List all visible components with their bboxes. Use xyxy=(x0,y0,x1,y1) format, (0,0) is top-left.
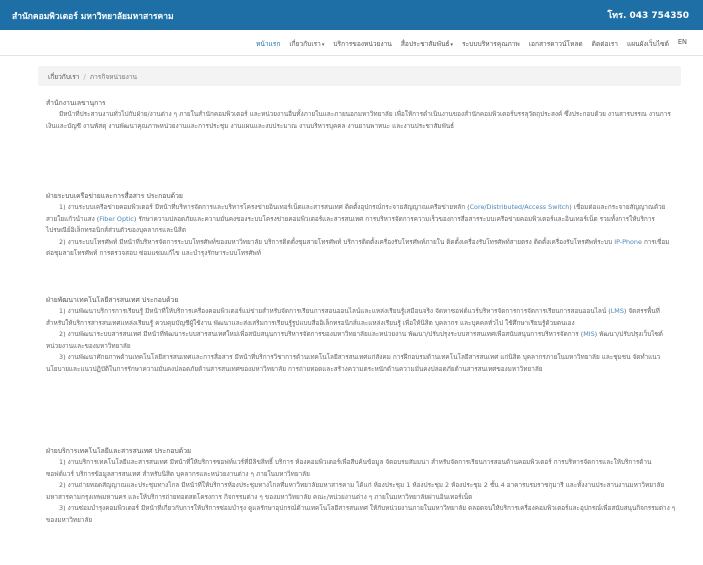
section-it-development: ฝ่ายพัฒนาเทคโนโลยีสารสนเทศ ประกอบด้วย 1)… xyxy=(46,295,676,376)
nav-item-label: เกี่ยวกับเรา xyxy=(289,40,321,48)
breadcrumb-current: ภารกิจหน่วยงาน xyxy=(89,73,138,81)
nav-item-4[interactable]: ระบบบริหารคุณภาพ xyxy=(462,38,520,49)
nav-item-8[interactable]: EN xyxy=(678,38,687,49)
nav-item-5[interactable]: เอกสารดาวน์โหลด xyxy=(529,38,583,49)
section-title: ฝ่ายพัฒนาเทคโนโลยีสารสนเทศ ประกอบด้วย xyxy=(46,296,179,304)
section-paragraph: มีหน้าที่ประสานงานทั่วไปกับฝ่าย/งานต่าง … xyxy=(46,110,671,130)
section-title: สำนักงานเลขานุการ xyxy=(46,99,106,107)
section-paragraph: 2) งานระบบโทรศัพท์ มีหน้าที่บริหารจัดการ… xyxy=(46,237,670,258)
caret-down-icon: ▾ xyxy=(450,42,454,48)
main-navigation: หน้าแรก เกี่ยวกับเรา▾ บริการของหน่วยงาน สื่… xyxy=(0,30,703,56)
nav-item-label: EN xyxy=(677,38,687,46)
section-title: ฝ่ายบริการเทคโนโลยีและสารสนเทศ ประกอบด้ว… xyxy=(46,447,192,455)
breadcrumb-separator: / xyxy=(83,73,86,81)
section-secretary: สำนักงานเลขานุการ มีหน้าที่ประสานงานทั่ว… xyxy=(46,98,676,132)
section-it-services: ฝ่ายบริการเทคโนโลยีและสารสนเทศ ประกอบด้ว… xyxy=(46,446,676,527)
section-paragraph: 3) งานซ่อมบำรุงคอมพิวเตอร์ มีหน้าที่เกี่… xyxy=(46,504,676,524)
nav-item-1[interactable]: เกี่ยวกับเรา▾ xyxy=(289,38,324,49)
section-paragraph: 2) งานถ่ายทอดสัญญาณและประชุมทางไกล มีหน้… xyxy=(46,481,665,501)
nav-item-label: ระบบบริหารคุณภาพ xyxy=(462,40,520,48)
site-title[interactable]: สำนักคอมพิวเตอร์ มหาวิทยาลัยมหาสารคาม xyxy=(12,9,174,23)
nav-item-3[interactable]: สื่อประชาสัมพันธ์▾ xyxy=(401,38,453,49)
section-paragraph: 1) งานบริการเทคโนโลยีและสารสนเทศ มีหน้าท… xyxy=(46,458,652,478)
section-network: ฝ่ายระบบเครือข่ายและการสื่อสาร ประกอบด้ว… xyxy=(46,191,676,260)
caret-down-icon: ▾ xyxy=(321,42,325,48)
nav-item-2[interactable]: บริการของหน่วยงาน xyxy=(333,38,392,49)
nav-item-0[interactable]: หน้าแรก xyxy=(256,38,280,49)
section-paragraph: 1) งานพัฒนาบริการการเรียนรู้ มีหน้าที่ให… xyxy=(46,307,660,327)
breadcrumb-about[interactable]: เกี่ยวกับเรา xyxy=(48,73,80,81)
section-paragraph: 1) งานระบบเครือข่ายคอมพิวเตอร์ มีหน้าที่… xyxy=(46,203,666,235)
nav-item-label: บริการของหน่วยงาน xyxy=(333,40,392,48)
section-title: ฝ่ายระบบเครือข่ายและการสื่อสาร ประกอบด้ว… xyxy=(46,192,183,200)
phone-number: โทร. 043 754350 xyxy=(607,11,689,21)
breadcrumb: เกี่ยวกับเรา / ภารกิจหน่วยงาน xyxy=(38,66,681,86)
top-header-bar: สำนักคอมพิวเตอร์ มหาวิทยาลัยมหาสารคาม โท… xyxy=(0,0,703,30)
nav-item-label: เอกสารดาวน์โหลด xyxy=(528,40,583,48)
nav-item-label: แผนผังเว็บไซต์ xyxy=(626,40,669,48)
nav-item-label: หน้าแรก xyxy=(255,40,281,48)
nav-item-6[interactable]: ติดต่อเรา xyxy=(592,38,618,49)
nav-item-label: สื่อประชาสัมพันธ์ xyxy=(400,40,450,48)
nav-item-7[interactable]: แผนผังเว็บไซต์ xyxy=(627,38,669,49)
nav-item-label: ติดต่อเรา xyxy=(591,40,618,48)
section-paragraph: 3) งานพัฒนาศักยภาพด้านเทคโนโลยีสารสนเทศแ… xyxy=(46,353,661,373)
section-paragraph: 2) งานพัฒนาระบบสารสนเทศ มีหน้าที่พัฒนาระ… xyxy=(46,330,663,350)
nav-menu: หน้าแรก เกี่ยวกับเรา▾ บริการของหน่วยงาน สื่… xyxy=(256,38,687,49)
